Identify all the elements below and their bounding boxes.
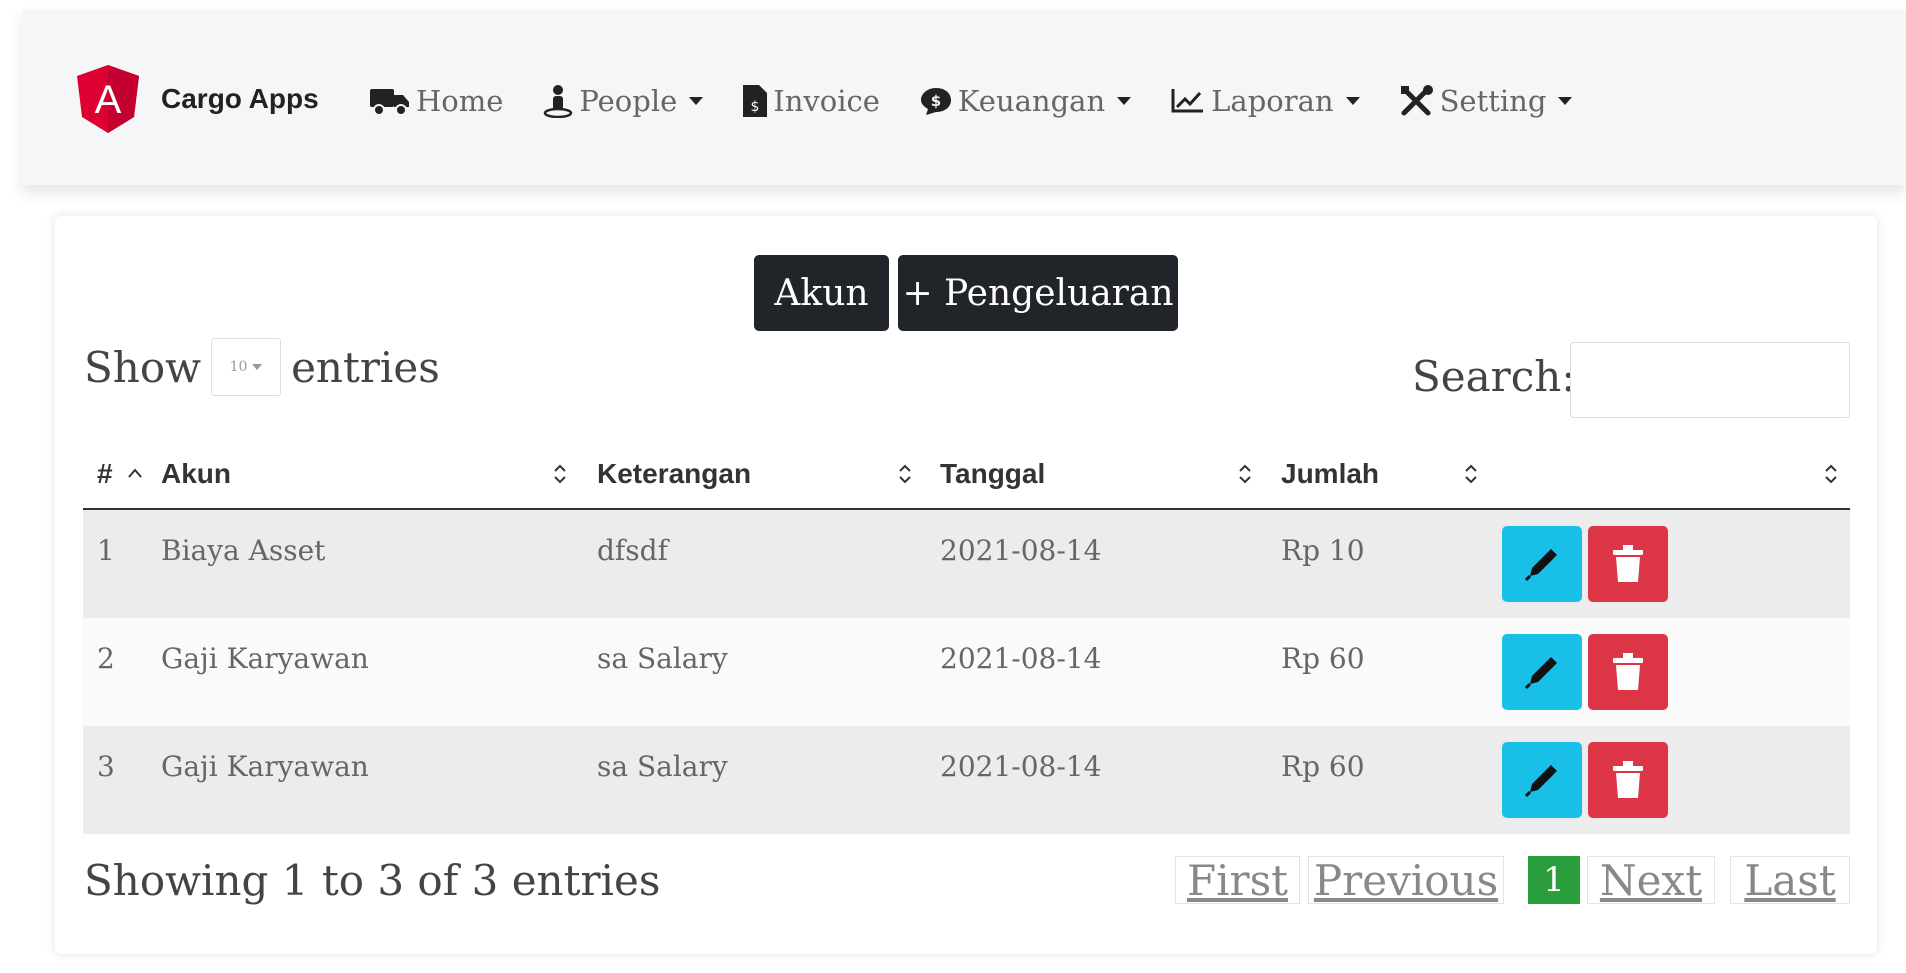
nav-invoice[interactable]: $ Invoice (743, 84, 880, 118)
pagination-first[interactable]: First (1175, 856, 1300, 905)
delete-button[interactable] (1588, 634, 1668, 710)
pen-icon (1524, 549, 1557, 582)
cell-jumlah: Rp 60 (1281, 750, 1365, 783)
entries-select[interactable]: 10 (211, 338, 282, 396)
pagination-last[interactable]: Last (1730, 856, 1850, 905)
sort-asc-icon[interactable] (127, 466, 143, 480)
table-info: Showing 1 to 3 of 3 entries (84, 856, 661, 905)
pagination-page-1[interactable]: 1 (1528, 856, 1580, 904)
cell-tanggal: 2021-08-14 (940, 750, 1102, 783)
table-header: # Akun Keterangan Tanggal Jumlah (83, 438, 1850, 510)
trash-icon (1613, 545, 1643, 582)
table-row: 1 Biaya Asset dfsdf 2021-08-14 Rp 10 (83, 510, 1850, 618)
column-header-keterangan[interactable]: Keterangan (597, 438, 751, 510)
entries-select-value: 10 (229, 359, 248, 375)
nav-home[interactable]: Home (370, 84, 503, 118)
column-header-no[interactable]: # (97, 438, 113, 510)
svg-text:$: $ (931, 92, 941, 110)
truck-icon (370, 89, 409, 116)
main-nav: Home People $ Invoice $ Keuangan Laporan… (370, 84, 1612, 118)
cell-jumlah: Rp 10 (1281, 534, 1365, 567)
cell-keterangan: sa Salary (597, 750, 728, 783)
show-label: Show (84, 342, 202, 392)
column-header-jumlah[interactable]: Jumlah (1281, 438, 1379, 510)
person-icon (544, 85, 573, 118)
table-row: 2 Gaji Karyawan sa Salary 2021-08-14 Rp … (83, 618, 1850, 726)
trash-icon (1613, 653, 1643, 690)
cell-no: 1 (97, 534, 115, 567)
cell-no: 3 (97, 750, 115, 783)
sort-icon[interactable] (1237, 462, 1253, 486)
cell-jumlah: Rp 60 (1281, 642, 1365, 675)
nav-people-label: People (579, 84, 678, 118)
chevron-down-icon (1558, 97, 1573, 105)
sort-icon[interactable] (1823, 462, 1839, 486)
cell-keterangan: sa Salary (597, 642, 728, 675)
angular-logo-icon: A (77, 65, 139, 133)
delete-button[interactable] (1588, 742, 1668, 818)
trash-icon (1613, 761, 1643, 798)
cell-tanggal: 2021-08-14 (940, 642, 1102, 675)
column-header-tanggal[interactable]: Tanggal (940, 438, 1045, 510)
sort-icon[interactable] (552, 462, 568, 486)
brand-name: Cargo Apps (161, 83, 319, 114)
nav-home-label: Home (416, 84, 504, 118)
navbar: A Cargo Apps Home People $ Invoice $ Keu… (22, 10, 1906, 185)
invoice-icon: $ (743, 85, 768, 117)
length-menu: Show 10 entries (84, 338, 440, 396)
pagination-previous[interactable]: Previous (1308, 856, 1504, 905)
pen-icon (1524, 657, 1557, 690)
nav-setting[interactable]: Setting (1400, 84, 1573, 118)
cell-akun: Gaji Karyawan (161, 642, 369, 675)
expense-table: # Akun Keterangan Tanggal Jumlah 1 Biaya… (83, 438, 1850, 834)
cell-akun: Gaji Karyawan (161, 750, 369, 783)
search-input[interactable] (1570, 342, 1850, 418)
delete-button[interactable] (1588, 526, 1668, 602)
nav-people[interactable]: People (543, 84, 704, 118)
cell-tanggal: 2021-08-14 (940, 534, 1102, 567)
search-label: Search: (1412, 352, 1576, 401)
tools-icon (1400, 85, 1433, 116)
sort-icon[interactable] (1463, 462, 1479, 486)
nav-laporan-label: Laporan (1211, 84, 1334, 118)
brand[interactable]: A Cargo Apps (77, 65, 319, 133)
table-row: 3 Gaji Karyawan sa Salary 2021-08-14 Rp … (83, 726, 1850, 834)
cell-no: 2 (97, 642, 115, 675)
chevron-down-icon (1117, 97, 1132, 105)
chevron-down-icon (252, 364, 263, 370)
add-pengeluaran-button[interactable]: + Pengeluaran (898, 255, 1178, 331)
akun-button[interactable]: Akun (754, 255, 889, 331)
edit-button[interactable] (1502, 742, 1582, 818)
column-header-akun[interactable]: Akun (161, 438, 231, 510)
cell-akun: Biaya Asset (161, 534, 326, 567)
entries-label: entries (291, 342, 440, 392)
money-icon: $ (920, 88, 951, 115)
chevron-down-icon (689, 97, 704, 105)
nav-laporan[interactable]: Laporan (1171, 84, 1360, 118)
svg-text:A: A (95, 78, 122, 122)
pagination-next[interactable]: Next (1587, 856, 1715, 905)
sort-icon[interactable] (897, 462, 913, 486)
nav-invoice-label: Invoice (773, 84, 880, 118)
edit-button[interactable] (1502, 634, 1582, 710)
edit-button[interactable] (1502, 526, 1582, 602)
chevron-down-icon (1345, 97, 1360, 105)
chart-line-icon (1171, 89, 1204, 113)
cell-keterangan: dfsdf (597, 534, 668, 567)
nav-keuangan-label: Keuangan (957, 84, 1106, 118)
svg-text:$: $ (751, 99, 760, 115)
nav-setting-label: Setting (1439, 84, 1547, 118)
pen-icon (1524, 765, 1557, 798)
nav-keuangan[interactable]: $ Keuangan (920, 84, 1132, 118)
